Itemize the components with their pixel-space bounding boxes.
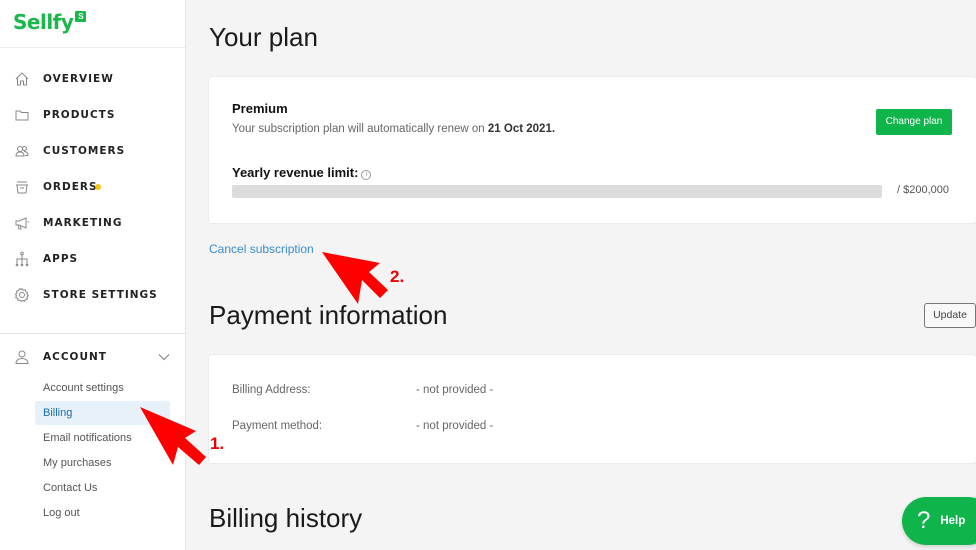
help-label: Help <box>940 515 966 527</box>
divider <box>0 333 185 334</box>
sidebar-subitem-email-notifications[interactable]: Email notifications <box>35 426 170 450</box>
sidebar-item-orders[interactable]: ORDERS <box>0 175 185 199</box>
sidebar-subitem-my-purchases[interactable]: My purchases <box>35 451 170 475</box>
cancel-subscription-link[interactable]: Cancel subscription <box>209 242 314 256</box>
billing-address-label: Billing Address: <box>232 384 311 396</box>
sidebar-item-label: OVERVIEW <box>43 73 114 85</box>
sidebar-item-label: PRODUCTS <box>43 109 116 121</box>
payment-info-card: Billing Address: - not provided - Paymen… <box>209 355 976 463</box>
payment-method-value: - not provided - <box>416 420 494 432</box>
sidebar-item-label: MARKETING <box>43 217 123 229</box>
orders-icon <box>14 179 30 195</box>
sidebar-item-marketing[interactable]: MARKETING <box>0 211 185 235</box>
gear-icon <box>14 287 30 303</box>
help-button[interactable]: ? Help <box>902 497 976 545</box>
sellfy-logo[interactable]: Sellfy S <box>13 8 87 38</box>
revenue-limit-max: / $200,000 <box>897 184 949 196</box>
customers-icon <box>14 143 30 159</box>
payment-info-title: Payment information <box>209 300 448 330</box>
sidebar-item-label: APPS <box>43 253 79 265</box>
sidebar-item-label: CUSTOMERS <box>43 145 126 157</box>
sidebar-item-label: ACCOUNT <box>43 351 107 363</box>
plan-name: Premium <box>232 101 288 116</box>
sidebar-subitem-account-settings[interactable]: Account settings <box>35 376 170 400</box>
billing-history-title: Billing history <box>209 503 363 533</box>
payment-method-label: Payment method: <box>232 420 323 432</box>
page-title: Your plan <box>209 22 318 52</box>
sidebar-subitem-contact-us[interactable]: Contact Us <box>35 476 170 500</box>
divider <box>0 47 185 48</box>
revenue-limit-progress-bar <box>232 185 882 198</box>
annotation-number-2: 2. <box>390 267 405 286</box>
home-icon <box>14 71 30 87</box>
apps-icon <box>14 251 30 267</box>
annotation-number-1: 1. <box>210 434 225 453</box>
sidebar-item-overview[interactable]: OVERVIEW <box>0 67 185 91</box>
update-payment-button[interactable]: Update <box>924 303 976 328</box>
question-mark-icon: ? <box>917 507 931 534</box>
sidebar: Sellfy S OVERVIEW PRODUCTS CUSTOMERS ORD… <box>0 0 186 550</box>
renew-date: 21 Oct 2021. <box>487 123 556 135</box>
logo-text: Sellfy <box>13 10 74 34</box>
revenue-limit-label: Yearly revenue limit: i <box>232 165 372 180</box>
sidebar-item-customers[interactable]: CUSTOMERS <box>0 139 185 163</box>
sidebar-subitem-log-out[interactable]: Log out <box>35 501 170 525</box>
plan-card: Premium Your subscription plan will auto… <box>209 77 976 223</box>
red-arrow-annotation-2 <box>322 252 388 304</box>
info-icon[interactable]: i <box>361 170 372 180</box>
sidebar-item-apps[interactable]: APPS <box>0 247 185 271</box>
sidebar-item-label: STORE SETTINGS <box>43 289 158 301</box>
logo-badge: S <box>75 11 87 22</box>
sidebar-item-store-settings[interactable]: STORE SETTINGS <box>0 283 185 307</box>
plan-renew-text: Your subscription plan will automaticall… <box>232 123 555 135</box>
billing-address-value: - not provided - <box>416 384 494 396</box>
chevron-down-icon[interactable] <box>157 350 171 364</box>
sidebar-subitem-billing[interactable]: Billing <box>35 401 170 425</box>
user-icon <box>14 349 30 365</box>
folder-icon <box>14 107 30 123</box>
megaphone-icon <box>14 215 30 231</box>
renew-text: Your subscription plan will automaticall… <box>232 123 488 135</box>
revenue-limit-text: Yearly revenue limit: <box>232 165 359 180</box>
change-plan-button[interactable]: Change plan <box>876 109 952 135</box>
notification-dot <box>95 184 101 190</box>
sidebar-item-products[interactable]: PRODUCTS <box>0 103 185 127</box>
sidebar-item-label: ORDERS <box>43 181 98 193</box>
